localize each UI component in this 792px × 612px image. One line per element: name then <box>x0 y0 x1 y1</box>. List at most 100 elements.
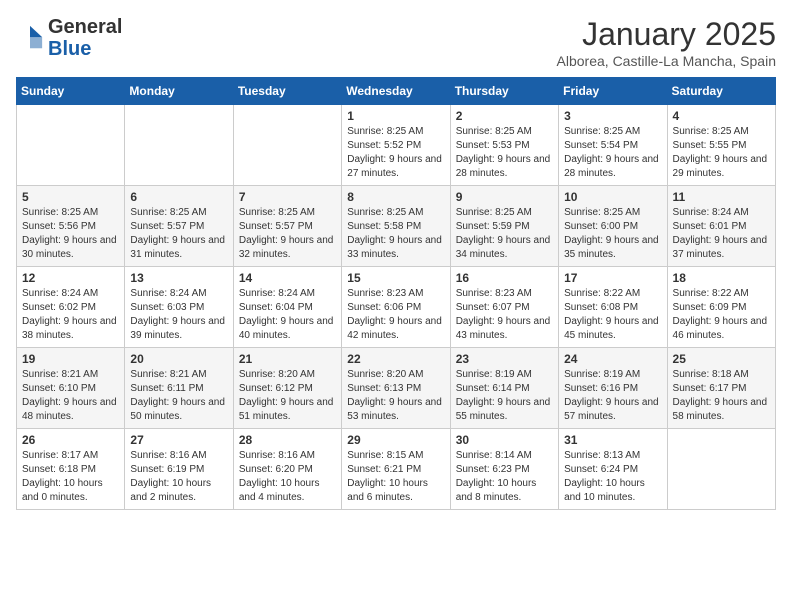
day-info: Sunrise: 8:23 AM Sunset: 6:06 PM Dayligh… <box>347 287 444 343</box>
location: Alborea, Castille-La Mancha, Spain <box>557 53 776 69</box>
day-cell: 1Sunrise: 8:25 AM Sunset: 5:52 PM Daylig… <box>342 105 450 186</box>
day-number: 9 <box>456 190 553 204</box>
day-cell: 29 Sunrise: 8:15 AM Sunset: 6:21 PM Dayli… <box>342 429 450 510</box>
day-info: Sunrise: 8:17 AM Sunset: 6:18 PM Dayligh… <box>22 449 119 505</box>
day-cell: 26 Sunrise: 8:17 AM Sunset: 6:18 PM Dayli… <box>17 429 125 510</box>
title-block: January 2025 Alborea, Castille-La Mancha… <box>557 16 776 69</box>
day-cell: 28 Sunrise: 8:16 AM Sunset: 6:20 PM Dayli… <box>233 429 341 510</box>
day-cell: 4Sunrise: 8:25 AM Sunset: 5:55 PM Daylig… <box>667 105 775 186</box>
day-info: Sunrise: 8:19 AM Sunset: 6:14 PM Dayligh… <box>456 368 553 424</box>
page-header: General Blue January 2025 Alborea, Casti… <box>16 16 776 69</box>
day-number: 22 <box>347 352 444 366</box>
calendar-table: SundayMondayTuesdayWednesdayThursdayFrid… <box>16 77 776 510</box>
weekday-header-tuesday: Tuesday <box>233 78 341 105</box>
day-number: 19 <box>22 352 119 366</box>
weekday-header-friday: Friday <box>559 78 667 105</box>
day-info: Sunrise: 8:25 AM Sunset: 6:00 PM Dayligh… <box>564 206 661 262</box>
day-cell <box>125 105 233 186</box>
day-info: Sunrise: 8:25 AM Sunset: 5:57 PM Dayligh… <box>239 206 336 262</box>
day-cell: 30Sunrise: 8:14 AM Sunset: 6:23 PM Dayli… <box>450 429 558 510</box>
logo: General Blue <box>16 16 122 60</box>
day-number: 8 <box>347 190 444 204</box>
day-number: 2 <box>456 109 553 123</box>
week-row-5: 26 Sunrise: 8:17 AM Sunset: 6:18 PM Dayli… <box>17 429 776 510</box>
weekday-header-thursday: Thursday <box>450 78 558 105</box>
day-number: 25 <box>673 352 770 366</box>
day-cell: 14Sunrise: 8:24 AM Sunset: 6:04 PM Dayli… <box>233 267 341 348</box>
day-info: Sunrise: 8:20 AM Sunset: 6:13 PM Dayligh… <box>347 368 444 424</box>
day-number: 14 <box>239 271 336 285</box>
day-info: Sunrise: 8:24 AM Sunset: 6:03 PM Dayligh… <box>130 287 227 343</box>
day-number: 24 <box>564 352 661 366</box>
day-number: 16 <box>456 271 553 285</box>
day-number: 20 <box>130 352 227 366</box>
day-cell: 23Sunrise: 8:19 AM Sunset: 6:14 PM Dayli… <box>450 348 558 429</box>
day-number: 3 <box>564 109 661 123</box>
day-info: Sunrise: 8:25 AM Sunset: 5:56 PM Dayligh… <box>22 206 119 262</box>
day-cell: 9 Sunrise: 8:25 AM Sunset: 5:59 PM Daylig… <box>450 186 558 267</box>
day-number: 7 <box>239 190 336 204</box>
day-info: Sunrise: 8:24 AM Sunset: 6:02 PM Dayligh… <box>22 287 119 343</box>
day-number: 26 <box>22 433 119 447</box>
day-info: Sunrise: 8:25 AM Sunset: 5:54 PM Dayligh… <box>564 125 661 181</box>
day-info: Sunrise: 8:18 AM Sunset: 6:17 PM Dayligh… <box>673 368 770 424</box>
weekday-header-row: SundayMondayTuesdayWednesdayThursdayFrid… <box>17 78 776 105</box>
day-cell: 21 Sunrise: 8:20 AM Sunset: 6:12 PM Dayli… <box>233 348 341 429</box>
day-cell: 3 Sunrise: 8:25 AM Sunset: 5:54 PM Daylig… <box>559 105 667 186</box>
day-number: 6 <box>130 190 227 204</box>
day-number: 17 <box>564 271 661 285</box>
day-number: 10 <box>564 190 661 204</box>
day-number: 31 <box>564 433 661 447</box>
day-info: Sunrise: 8:25 AM Sunset: 5:59 PM Dayligh… <box>456 206 553 262</box>
day-cell: 8 Sunrise: 8:25 AM Sunset: 5:58 PM Daylig… <box>342 186 450 267</box>
day-cell: 22 Sunrise: 8:20 AM Sunset: 6:13 PM Dayli… <box>342 348 450 429</box>
day-cell: 5 Sunrise: 8:25 AM Sunset: 5:56 PM Daylig… <box>17 186 125 267</box>
day-info: Sunrise: 8:22 AM Sunset: 6:09 PM Dayligh… <box>673 287 770 343</box>
day-info: Sunrise: 8:25 AM Sunset: 5:55 PM Dayligh… <box>673 125 770 181</box>
weekday-header-sunday: Sunday <box>17 78 125 105</box>
day-number: 29 <box>347 433 444 447</box>
day-info: Sunrise: 8:15 AM Sunset: 6:21 PM Dayligh… <box>347 449 444 505</box>
week-row-1: 1Sunrise: 8:25 AM Sunset: 5:52 PM Daylig… <box>17 105 776 186</box>
day-number: 18 <box>673 271 770 285</box>
day-info: Sunrise: 8:13 AM Sunset: 6:24 PM Dayligh… <box>564 449 661 505</box>
day-cell: 7 Sunrise: 8:25 AM Sunset: 5:57 PM Daylig… <box>233 186 341 267</box>
logo-text: General Blue <box>48 16 122 60</box>
logo-icon <box>16 24 44 52</box>
day-cell: 17 Sunrise: 8:22 AM Sunset: 6:08 PM Dayli… <box>559 267 667 348</box>
day-info: Sunrise: 8:23 AM Sunset: 6:07 PM Dayligh… <box>456 287 553 343</box>
day-info: Sunrise: 8:22 AM Sunset: 6:08 PM Dayligh… <box>564 287 661 343</box>
day-cell: 2Sunrise: 8:25 AM Sunset: 5:53 PM Daylig… <box>450 105 558 186</box>
day-cell: 31 Sunrise: 8:13 AM Sunset: 6:24 PM Dayli… <box>559 429 667 510</box>
day-info: Sunrise: 8:21 AM Sunset: 6:10 PM Dayligh… <box>22 368 119 424</box>
day-info: Sunrise: 8:25 AM Sunset: 5:52 PM Dayligh… <box>347 125 444 181</box>
day-info: Sunrise: 8:25 AM Sunset: 5:58 PM Dayligh… <box>347 206 444 262</box>
day-cell: 18 Sunrise: 8:22 AM Sunset: 6:09 PM Dayli… <box>667 267 775 348</box>
day-number: 5 <box>22 190 119 204</box>
day-cell: 19 Sunrise: 8:21 AM Sunset: 6:10 PM Dayli… <box>17 348 125 429</box>
day-cell: 27Sunrise: 8:16 AM Sunset: 6:19 PM Dayli… <box>125 429 233 510</box>
day-info: Sunrise: 8:20 AM Sunset: 6:12 PM Dayligh… <box>239 368 336 424</box>
day-number: 11 <box>673 190 770 204</box>
day-cell: 24 Sunrise: 8:19 AM Sunset: 6:16 PM Dayli… <box>559 348 667 429</box>
day-cell <box>667 429 775 510</box>
day-number: 15 <box>347 271 444 285</box>
day-cell: 16 Sunrise: 8:23 AM Sunset: 6:07 PM Dayli… <box>450 267 558 348</box>
day-info: Sunrise: 8:19 AM Sunset: 6:16 PM Dayligh… <box>564 368 661 424</box>
day-info: Sunrise: 8:14 AM Sunset: 6:23 PM Dayligh… <box>456 449 553 505</box>
day-number: 28 <box>239 433 336 447</box>
day-number: 21 <box>239 352 336 366</box>
day-info: Sunrise: 8:16 AM Sunset: 6:20 PM Dayligh… <box>239 449 336 505</box>
day-cell: 15 Sunrise: 8:23 AM Sunset: 6:06 PM Dayli… <box>342 267 450 348</box>
week-row-2: 5 Sunrise: 8:25 AM Sunset: 5:56 PM Daylig… <box>17 186 776 267</box>
day-cell: 10 Sunrise: 8:25 AM Sunset: 6:00 PM Dayli… <box>559 186 667 267</box>
day-cell: 11 Sunrise: 8:24 AM Sunset: 6:01 PM Dayli… <box>667 186 775 267</box>
day-info: Sunrise: 8:24 AM Sunset: 6:01 PM Dayligh… <box>673 206 770 262</box>
day-cell: 13Sunrise: 8:24 AM Sunset: 6:03 PM Dayli… <box>125 267 233 348</box>
day-info: Sunrise: 8:21 AM Sunset: 6:11 PM Dayligh… <box>130 368 227 424</box>
weekday-header-saturday: Saturday <box>667 78 775 105</box>
week-row-4: 19 Sunrise: 8:21 AM Sunset: 6:10 PM Dayli… <box>17 348 776 429</box>
day-cell <box>233 105 341 186</box>
day-number: 27 <box>130 433 227 447</box>
day-cell <box>17 105 125 186</box>
